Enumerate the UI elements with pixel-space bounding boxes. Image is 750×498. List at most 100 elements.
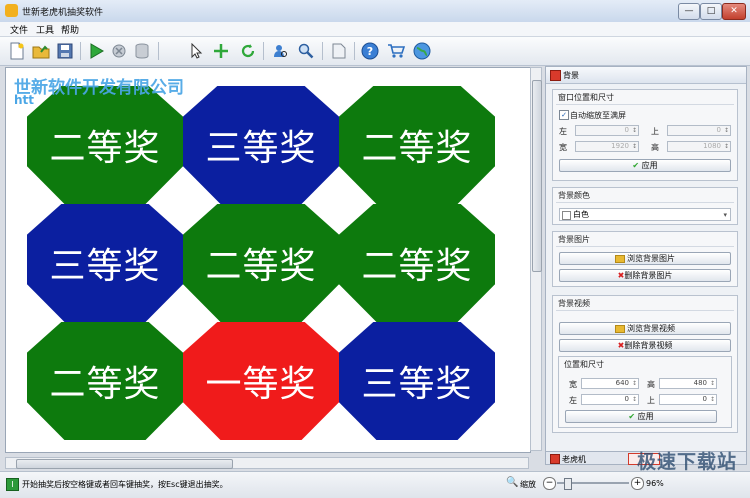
globe-icon[interactable] <box>411 40 433 62</box>
canvas-horizontal-scrollbar[interactable] <box>5 457 529 469</box>
company-url-watermark: htt <box>14 93 35 107</box>
lottery-canvas[interactable]: 二等奖 三等奖 二等奖 三等奖 二等奖 二等奖 二等奖 一等奖 三等奖 世新软件… <box>5 67 531 453</box>
prize-label: 三等奖 <box>49 246 161 287</box>
window-position-group: 窗口位置和尺寸 ✓ 自动缩放至满屏 左 0 上 0 宽 1920 高 1080 … <box>552 89 738 181</box>
new-file-icon[interactable] <box>6 40 28 62</box>
settings-icon[interactable] <box>108 40 130 62</box>
user-search-icon[interactable] <box>269 40 291 62</box>
background-color-select[interactable]: 白色 ▾ <box>559 208 731 221</box>
prize-tile[interactable]: 二等奖 <box>27 322 183 440</box>
video-width-label: 宽 <box>569 380 577 389</box>
prize-label: 二等奖 <box>361 246 473 287</box>
title-bar: 世新老虎机抽奖软件 — □ ✕ <box>0 0 750 23</box>
play-icon[interactable] <box>85 40 107 62</box>
chevron-down-icon: ▾ <box>723 211 727 219</box>
prize-label: 二等奖 <box>205 246 317 287</box>
prize-tile[interactable]: 三等奖 <box>339 322 495 440</box>
video-height-input[interactable]: 480 <box>659 378 717 389</box>
delete-image-button[interactable]: ✖删除背景图片 <box>559 269 731 282</box>
toolbar: ? <box>0 37 750 66</box>
close-button[interactable]: ✕ <box>722 3 746 20</box>
open-folder-icon[interactable] <box>30 40 52 62</box>
auto-scale-checkbox[interactable]: ✓ <box>559 110 569 120</box>
prize-tile[interactable]: 二等奖 <box>339 86 495 204</box>
check-icon: ✔ <box>632 161 640 170</box>
group-title: 背景视频 <box>558 299 590 308</box>
top-label: 上 <box>651 127 659 136</box>
menu-tools[interactable]: 工具 <box>36 23 54 36</box>
prize-tile[interactable]: 三等奖 <box>183 86 339 204</box>
browse-image-button[interactable]: 浏览背景图片 <box>559 252 731 265</box>
group-title: 位置和尺寸 <box>564 360 604 369</box>
video-width-input[interactable]: 640 <box>581 378 639 389</box>
width-label: 宽 <box>559 143 567 152</box>
height-input[interactable]: 1080 <box>667 141 731 152</box>
group-title: 背景颜色 <box>558 191 590 200</box>
prize-tile[interactable]: 二等奖 <box>183 204 339 322</box>
user-zoom-icon[interactable] <box>295 40 317 62</box>
minimize-button[interactable]: — <box>678 3 700 20</box>
prize-tile[interactable]: 二等奖 <box>27 86 183 204</box>
background-image-group: 背景图片 浏览背景图片 ✖删除背景图片 <box>552 231 738 287</box>
menu-help[interactable]: 帮助 <box>61 23 79 36</box>
tab-slot-machine[interactable]: 老虎机 <box>562 454 586 465</box>
group-title: 窗口位置和尺寸 <box>558 93 614 102</box>
prize-label: 三等奖 <box>205 128 317 169</box>
slot-machine-icon <box>550 454 560 464</box>
status-bar: I 开始抽奖后按空格键或者回车键抽奖，按Esc键退出抽奖。 🔍 缩放 − + 9… <box>0 471 750 498</box>
prize-tile[interactable]: 一等奖 <box>183 322 339 440</box>
pointer-icon[interactable] <box>185 40 207 62</box>
maximize-button[interactable]: □ <box>700 3 722 20</box>
svg-text:?: ? <box>367 45 373 58</box>
status-message: 开始抽奖后按空格键或者回车键抽奖，按Esc键退出抽奖。 <box>22 480 228 489</box>
refresh-icon[interactable] <box>237 40 259 62</box>
prize-tile[interactable]: 二等奖 <box>339 204 495 322</box>
window-title: 世新老虎机抽奖软件 <box>22 8 104 18</box>
folder-icon <box>615 324 625 333</box>
background-color-group: 背景颜色 白色 ▾ <box>552 187 738 225</box>
zoom-slider-thumb[interactable] <box>564 478 572 490</box>
video-top-input[interactable]: 0 <box>659 394 717 405</box>
menu-bar: 文件 工具 帮助 <box>0 22 750 37</box>
top-input[interactable]: 0 <box>667 125 731 136</box>
video-left-input[interactable]: 0 <box>581 394 639 405</box>
width-input[interactable]: 1920 <box>575 141 639 152</box>
apply-video-button[interactable]: ✔ 应用 <box>565 410 717 423</box>
app-icon <box>5 4 18 17</box>
left-label: 左 <box>559 127 567 136</box>
help-icon[interactable]: ? <box>359 40 381 62</box>
zoom-icon: 🔍 <box>506 477 519 488</box>
zoom-label: 缩放 <box>520 480 536 489</box>
left-input[interactable]: 0 <box>575 125 639 136</box>
horizontal-scroll-thumb[interactable] <box>16 459 233 469</box>
panel-header: 背景 <box>546 67 746 84</box>
color-swatch <box>562 211 571 220</box>
prize-label: 二等奖 <box>49 128 161 169</box>
prize-label: 一等奖 <box>205 364 317 405</box>
vertical-scroll-thumb[interactable] <box>532 80 542 272</box>
prize-tile[interactable]: 三等奖 <box>27 204 183 322</box>
browse-video-button[interactable]: 浏览背景视频 <box>559 322 731 335</box>
video-height-label: 高 <box>647 380 655 389</box>
zoom-out-button[interactable]: − <box>543 477 556 490</box>
video-left-label: 左 <box>569 396 577 405</box>
menu-file[interactable]: 文件 <box>10 23 28 36</box>
height-label: 高 <box>651 143 659 152</box>
panel-title: 背景 <box>563 71 579 80</box>
company-watermark: 世新软件开发有限公司 <box>14 78 184 98</box>
property-panel: 背景 窗口位置和尺寸 ✓ 自动缩放至满屏 左 0 上 0 宽 1920 高 10… <box>545 66 747 452</box>
video-position-group: 位置和尺寸 宽 640 高 480 左 0 上 0 ✔ 应用 <box>558 356 732 428</box>
apply-window-button[interactable]: ✔ 应用 <box>559 159 731 172</box>
canvas-vertical-scrollbar[interactable] <box>530 67 542 451</box>
background-video-group: 背景视频 浏览背景视频 ✖删除背景视频 位置和尺寸 宽 640 高 480 左 … <box>552 295 738 433</box>
info-icon: I <box>6 478 19 491</box>
cart-icon[interactable] <box>385 40 407 62</box>
background-icon <box>550 70 561 81</box>
save-icon[interactable] <box>54 40 76 62</box>
zoom-in-button[interactable]: + <box>631 477 644 490</box>
document-icon[interactable] <box>328 40 350 62</box>
delete-video-button[interactable]: ✖删除背景视频 <box>559 339 731 352</box>
move-cross-icon[interactable] <box>210 40 232 62</box>
database-icon[interactable] <box>131 40 153 62</box>
video-top-label: 上 <box>647 396 655 405</box>
